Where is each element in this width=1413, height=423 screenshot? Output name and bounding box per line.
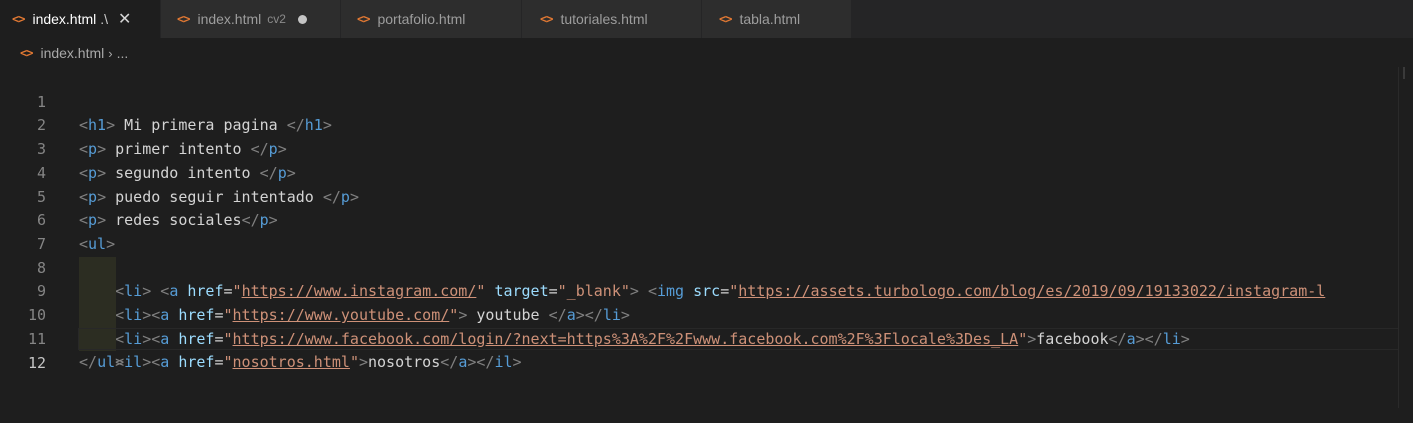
- code-line-current: 12: [0, 328, 1402, 372]
- tab-description: cv2: [267, 12, 286, 26]
- code-line: 4 <p> puedo seguir intentado </p>: [0, 138, 1402, 206]
- bracket: </: [79, 353, 98, 372]
- tab-description: .\: [100, 11, 109, 27]
- code-text: <il><a href="nosotros.html">nosotros</a>…: [79, 351, 522, 375]
- html-file-icon: <>: [540, 12, 553, 26]
- tab-label: index.html: [197, 11, 262, 27]
- tab-tabla-html[interactable]: <> tabla.html: [702, 0, 852, 38]
- tag-name: a: [458, 353, 468, 372]
- vertical-scrollbar[interactable]: [1398, 67, 1413, 408]
- bracket: >: [115, 353, 125, 372]
- tab-label: tabla.html: [739, 11, 801, 27]
- breadcrumb-more[interactable]: ...: [117, 45, 129, 61]
- chevron-right-icon: ›: [108, 45, 113, 61]
- bracket: </: [440, 353, 459, 372]
- current-line-highlight: [78, 328, 1401, 350]
- code-editor[interactable]: 1 <h1> Mi primera pagina </h1> 2 <p> pri…: [0, 67, 1413, 408]
- code-line: 7 <li> <a href="https://www.instagram.co…: [0, 209, 1402, 300]
- tab-tutoriales-html[interactable]: <> tutoriales.html: [522, 0, 702, 38]
- equals: =: [214, 353, 224, 372]
- bracket: >: [512, 353, 522, 372]
- tab-portafolio-html[interactable]: <> portafolio.html: [341, 0, 522, 38]
- code-text: </ul>: [79, 351, 124, 375]
- html-file-icon: <>: [12, 12, 25, 26]
- code-line: 9 <li><a href="https://www.facebook.com/…: [0, 257, 1402, 347]
- tab-label: portafolio.html: [377, 11, 466, 27]
- bracket: <: [151, 353, 161, 372]
- link-value[interactable]: nosotros.html: [233, 353, 350, 371]
- line-number-current: 12: [27, 353, 46, 372]
- tag-name: ul: [97, 353, 116, 372]
- html-file-icon: <>: [719, 12, 732, 26]
- code-line: 8 <li><a href="https://www.youtube.com/"…: [0, 233, 1402, 324]
- code-line: 6 <ul>: [0, 186, 1402, 253]
- code-line: 2 <p> primer intento </p>: [0, 91, 1402, 158]
- minimap-slider[interactable]: [1401, 67, 1413, 79]
- unsaved-dot-icon[interactable]: [297, 14, 307, 24]
- tab-index-html-active[interactable]: <> index.html .\ ✕: [0, 0, 161, 38]
- code-line: 3 <p> segundo intento </p>: [0, 114, 1402, 182]
- code-line: 11 </ul>: [0, 304, 1402, 372]
- breadcrumb-file[interactable]: index.html: [40, 45, 104, 61]
- html-file-icon: <>: [177, 12, 190, 26]
- bracket: >: [358, 353, 368, 372]
- quote: ": [223, 353, 233, 372]
- text-content: nosotros: [368, 353, 441, 372]
- bracket: >: [142, 353, 152, 372]
- code-line: 1 <h1> Mi primera pagina </h1>: [0, 67, 1402, 135]
- code-line: 5 <p> redes sociales</p>: [0, 162, 1402, 230]
- tab-label: tutoriales.html: [560, 11, 648, 27]
- tab-label: index.html: [32, 11, 97, 27]
- close-icon[interactable]: ✕: [118, 9, 131, 29]
- html-file-icon: <>: [357, 12, 370, 26]
- tag-name: il: [124, 353, 143, 372]
- tag-name: il: [494, 353, 513, 372]
- bracket: </: [476, 353, 495, 372]
- breadcrumb: <> index.html › ...: [0, 38, 1413, 68]
- quote: ": [349, 353, 359, 372]
- attribute-name: href: [178, 353, 215, 372]
- tab-index-html-cv2[interactable]: <> index.html cv2: [161, 0, 341, 38]
- html-file-icon: <>: [20, 46, 33, 60]
- url-text[interactable]: nosotros.html: [233, 353, 350, 371]
- tag-name: a: [160, 353, 170, 372]
- editor-tab-bar: <> index.html .\ ✕ <> index.html cv2 <> …: [0, 0, 1413, 38]
- code-line: 10 <il><a href="nosotros.html">nosotros<…: [0, 280, 1402, 371]
